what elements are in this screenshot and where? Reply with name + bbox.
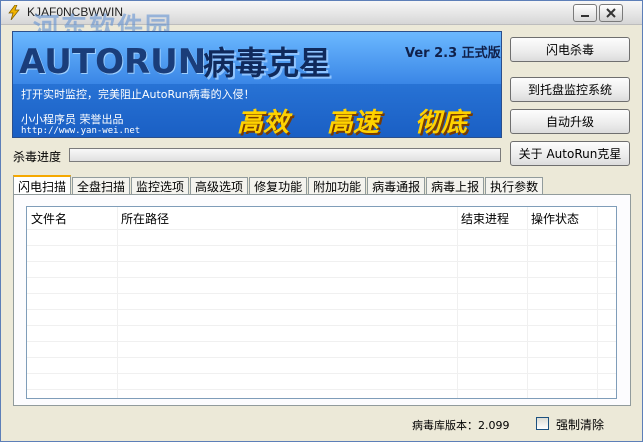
title-bar: KJAF0NCBWWIN 河东软件园 xyxy=(1,1,642,43)
list-row-placeholder xyxy=(27,261,616,277)
list-column-divider xyxy=(457,207,458,398)
close-button[interactable] xyxy=(599,4,623,22)
virus-db-version: 病毒库版本：2.099 xyxy=(412,419,510,432)
to-tray-button[interactable]: 到托盘监控系统 xyxy=(510,77,630,102)
feature-thorough: 彻底 xyxy=(415,108,468,138)
flash-kill-button[interactable]: 闪电杀毒 xyxy=(510,37,630,62)
minimize-button[interactable] xyxy=(573,4,597,22)
tab-advanced-options[interactable]: 高级选项 xyxy=(190,177,249,195)
list-row-placeholder xyxy=(27,309,616,325)
close-icon xyxy=(606,8,616,18)
window-title: KJAF0NCBWWIN xyxy=(27,5,123,19)
logo-chinese-title: 病毒克星 xyxy=(203,44,332,82)
list-row-placeholder xyxy=(27,229,616,245)
tab-extra-functions[interactable]: 附加功能 xyxy=(308,177,367,195)
minimize-icon xyxy=(581,15,589,17)
autorun-logo: AUTORUN xyxy=(19,42,207,82)
list-row-placeholder xyxy=(27,325,616,341)
list-row-placeholder xyxy=(27,277,616,293)
tab-flash-scan[interactable]: 闪电扫描 xyxy=(13,175,72,195)
progress-label: 杀毒进度 xyxy=(13,150,62,164)
feature-fast: 高速 xyxy=(327,108,380,138)
list-row-placeholder xyxy=(27,245,616,261)
banner-author: 小小程序员 荣誉出品 xyxy=(21,113,124,126)
force-clear-checkbox[interactable] xyxy=(536,417,549,430)
scan-result-list[interactable]: 文件名 所在路径 结束进程 操作状态 xyxy=(26,206,617,399)
tab-virus-bulletin[interactable]: 病毒通报 xyxy=(367,177,426,195)
kill-progress-bar xyxy=(69,148,501,162)
tab-repair[interactable]: 修复功能 xyxy=(249,177,308,195)
list-row-placeholder xyxy=(27,357,616,373)
column-header-end-process[interactable]: 结束进程 xyxy=(457,207,527,229)
tab-panel-flash-scan: 文件名 所在路径 结束进程 操作状态 xyxy=(13,194,631,406)
lightning-app-icon xyxy=(8,5,20,20)
list-row-placeholder xyxy=(27,373,616,389)
product-banner: AUTORUN 病毒克星 Ver 2.3 正式版 打开实时监控，完美阻止Auto… xyxy=(12,31,502,138)
about-button[interactable]: 关于 AutoRun克星 xyxy=(510,141,630,166)
banner-url: http://www.yan-wei.net xyxy=(21,126,141,136)
column-header-status[interactable]: 操作状态 xyxy=(527,207,597,229)
list-row-placeholder xyxy=(27,293,616,309)
feature-efficient: 高效 xyxy=(237,108,290,138)
force-clear-label[interactable]: 强制清除 xyxy=(556,416,604,433)
tab-virus-report[interactable]: 病毒上报 xyxy=(426,177,485,195)
list-column-divider xyxy=(117,207,118,398)
tab-monitor-options[interactable]: 监控选项 xyxy=(131,177,190,195)
version-label: Ver 2.3 正式版 xyxy=(405,46,501,61)
auto-update-button[interactable]: 自动升级 xyxy=(510,109,630,134)
column-header-filename[interactable]: 文件名 xyxy=(27,207,117,229)
main-window: KJAF0NCBWWIN 河东软件园 AUTORUN 病毒克星 Ver 2.3 … xyxy=(0,0,643,442)
tab-strip: 闪电扫描 全盘扫描 监控选项 高级选项 修复功能 附加功能 病毒通报 病毒上报 执行参数 xyxy=(13,175,544,195)
list-row-placeholder xyxy=(27,341,616,357)
tab-exec-params[interactable]: 执行参数 xyxy=(485,177,544,195)
tab-full-scan[interactable]: 全盘扫描 xyxy=(72,177,131,195)
list-column-divider xyxy=(527,207,528,398)
banner-slogan: 打开实时监控，完美阻止AutoRun病毒的入侵！ xyxy=(21,88,255,101)
column-header-path[interactable]: 所在路径 xyxy=(117,207,457,229)
list-row-placeholder xyxy=(27,389,616,398)
list-column-divider xyxy=(597,207,598,398)
